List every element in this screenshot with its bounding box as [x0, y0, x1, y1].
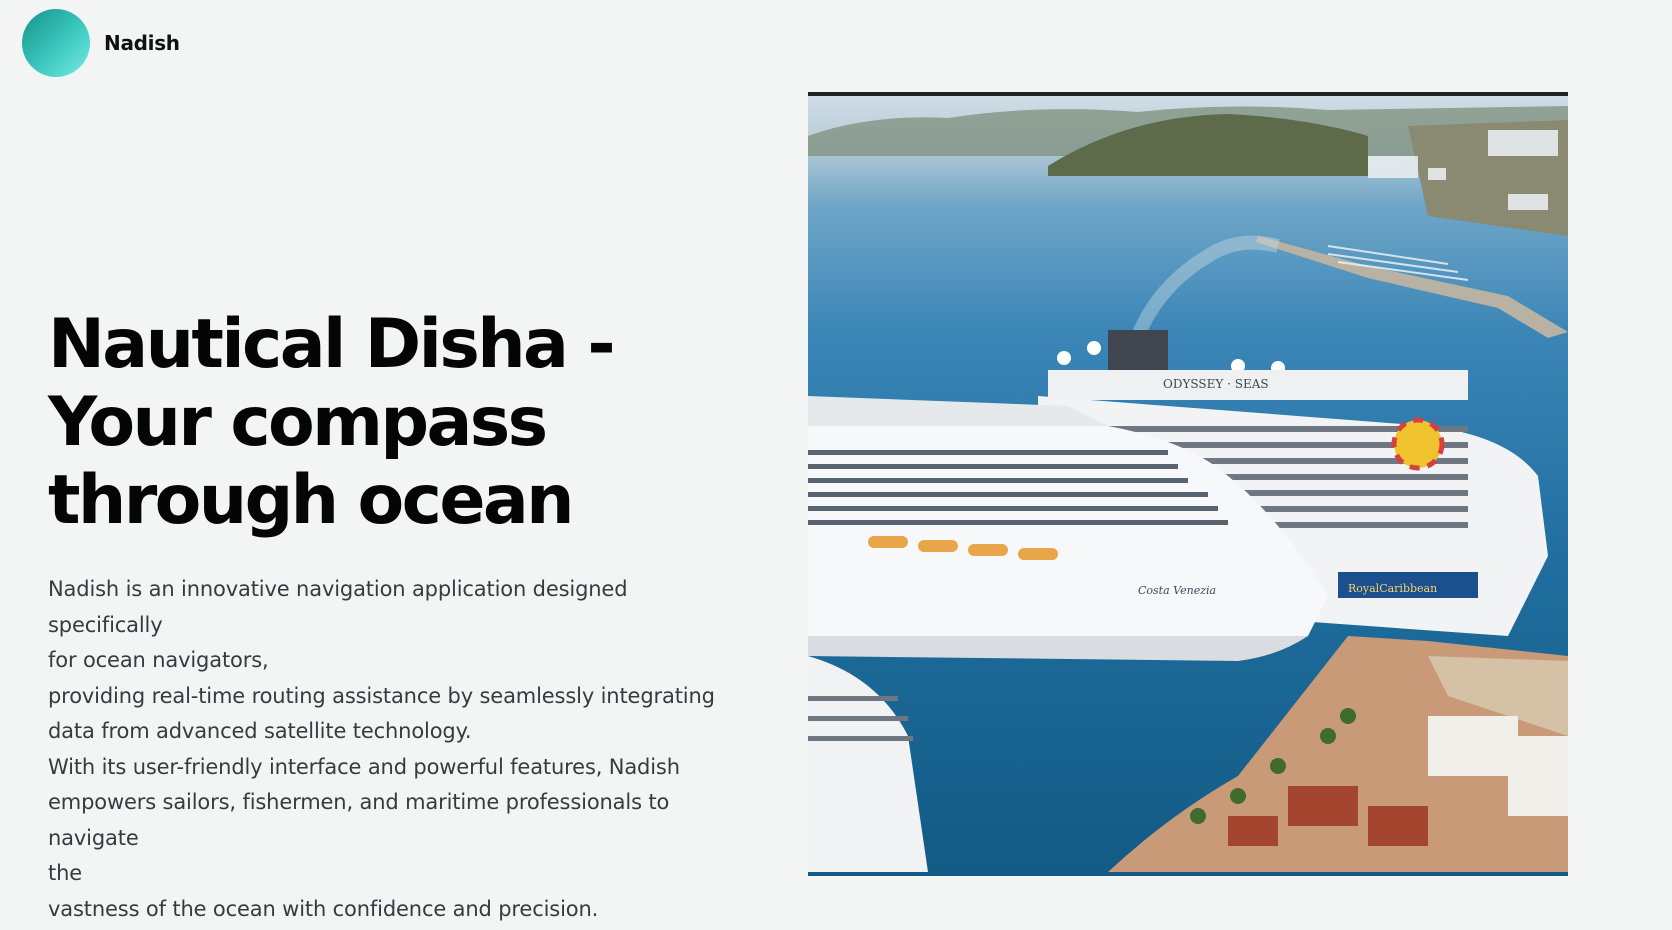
ship-name-text: ODYSSEY · SEAS [1163, 377, 1269, 391]
description-line: With its user-friendly interface and pow… [48, 754, 680, 779]
hero-title-line: through ocean [48, 461, 575, 540]
ship-name-text: Costa Venezia [1138, 584, 1216, 597]
hero-description: Nadish is an innovative navigation appli… [48, 572, 748, 927]
description-line: empowers sailors, fishermen, and maritim… [48, 790, 670, 850]
description-line: Nadish is an innovative navigation appli… [48, 577, 628, 637]
description-line: the [48, 861, 83, 885]
description-line: data from advanced satellite technology. [48, 719, 472, 743]
description-line: for ocean navigators, [48, 648, 269, 672]
logo-icon[interactable] [22, 9, 90, 77]
description-line: providing real-time routing assistance b… [48, 683, 715, 708]
brand[interactable]: Nadish [22, 9, 180, 77]
harbor-illustration: RoyalCaribbean ODYSSEY · SEAS Costa Vene… [808, 106, 1568, 872]
hero-title-line: Your compass [48, 383, 548, 462]
ship-hull-text: RoyalCaribbean [1348, 582, 1437, 595]
hero-title-line: Nautical Disha - [48, 305, 616, 384]
description-line: vastness of the ocean with confidence an… [48, 896, 599, 921]
brand-name[interactable]: Nadish [104, 31, 180, 55]
hero-title: Nautical Disha - Your compass through oc… [48, 306, 768, 540]
hero-image-cruise-harbor: RoyalCaribbean ODYSSEY · SEAS Costa Vene… [808, 92, 1568, 876]
